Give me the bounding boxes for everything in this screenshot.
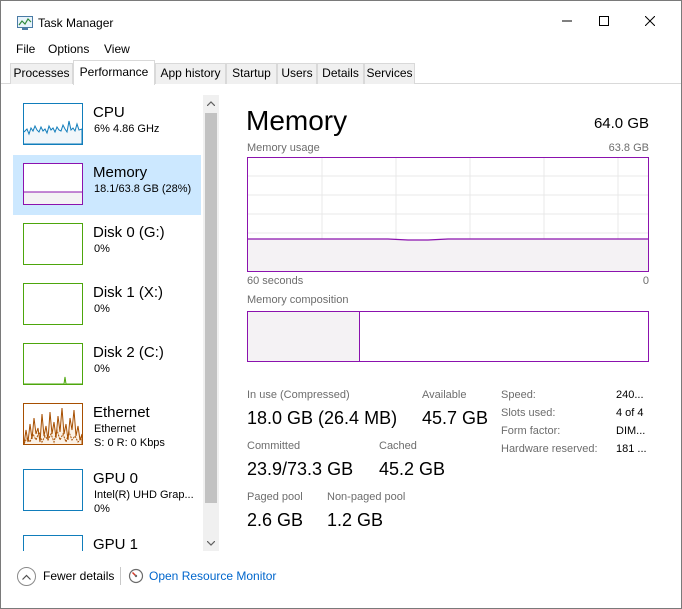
memory-composition-bar [247, 311, 649, 362]
close-button[interactable] [627, 1, 673, 41]
chevron-up-icon [207, 100, 215, 106]
graph-time-end: 0 [642, 275, 649, 287]
resource-monitor-icon [128, 568, 144, 584]
minimize-icon [562, 20, 572, 22]
non-paged-pool-label: Non-paged pool [327, 491, 406, 503]
available-label: Available [422, 389, 467, 401]
maximize-icon [599, 16, 609, 26]
sidebar-item-disk-2[interactable]: Disk 2 (C:) 0% [13, 335, 201, 395]
composition-in-use-segment [248, 312, 360, 361]
in-use-value: 18.0 GB (26.4 MB) [247, 408, 398, 428]
sidebar-item-gpu-1[interactable]: GPU 1 [13, 527, 201, 551]
scroll-up-button[interactable] [203, 95, 219, 111]
menu-file[interactable]: File [16, 42, 35, 56]
committed-label: Committed [247, 440, 301, 452]
tab-performance[interactable]: Performance [73, 60, 155, 85]
memory-graph-icon [23, 163, 83, 205]
disk-graph-icon [23, 283, 83, 325]
hardware-reserved-value: 181 ... [616, 443, 647, 455]
sidebar-item-throughput: S: 0 R: 0 Kbps [94, 437, 165, 449]
cached-value: 45.2 GB [379, 459, 446, 479]
slots-value: 4 of 4 [616, 407, 644, 419]
scroll-thumb[interactable] [205, 113, 217, 503]
in-use-label: In use (Compressed) [247, 389, 350, 401]
open-resource-monitor-link[interactable]: Open Resource Monitor [149, 569, 276, 583]
tab-services[interactable]: Services [364, 63, 415, 84]
tab-processes[interactable]: Processes [10, 63, 73, 84]
fewer-details-link[interactable]: Fewer details [43, 569, 114, 583]
disk-graph-icon [23, 223, 83, 265]
tab-startup[interactable]: Startup [226, 63, 277, 84]
memory-total: 64.0 GB [593, 115, 649, 132]
menu-options[interactable]: Options [48, 42, 89, 56]
footer-divider [120, 567, 121, 585]
tab-users[interactable]: Users [277, 63, 317, 84]
tab-details[interactable]: Details [317, 63, 364, 84]
available-value: 45.7 GB [422, 408, 489, 428]
menu-bar: File Options View [1, 41, 681, 61]
paged-pool-value: 2.6 GB [247, 510, 304, 530]
sidebar-item-gpu-0[interactable]: GPU 0 Intel(R) UHD Grap... 0% [13, 461, 201, 521]
sidebar-item-disk-0[interactable]: Disk 0 (G:) 0% [13, 215, 201, 275]
graph-time-start: 60 seconds [247, 275, 304, 287]
tab-app-history[interactable]: App history [155, 63, 226, 84]
gpu-graph-icon [23, 469, 83, 511]
sidebar-item-name: Ethernet [93, 404, 150, 421]
sidebar-item-disk-1[interactable]: Disk 1 (X:) 0% [13, 275, 201, 335]
chevron-up-icon [22, 574, 31, 580]
sidebar-scrollbar[interactable] [203, 95, 219, 551]
fewer-details-button[interactable] [17, 567, 36, 586]
sidebar-item-ethernet[interactable]: Ethernet Ethernet S: 0 R: 0 Kbps [13, 395, 201, 455]
speed-value: 240... [616, 389, 644, 401]
committed-value: 23.9/73.3 GB [247, 459, 354, 479]
hardware-reserved-label: Hardware reserved: [501, 443, 598, 455]
scroll-down-button[interactable] [203, 535, 219, 551]
cached-label: Cached [379, 440, 417, 452]
memory-composition-label: Memory composition [247, 294, 349, 306]
sidebar-item-detail: 0% [94, 243, 110, 255]
sidebar-item-memory[interactable]: Memory 18.1/63.8 GB (28%) [13, 155, 201, 215]
sidebar-item-usage: 0% [94, 503, 110, 515]
sidebar-item-name: Disk 0 (G:) [93, 224, 165, 241]
footer: Fewer details Open Resource Monitor [1, 557, 681, 597]
window-title: Task Manager [38, 16, 114, 30]
slots-label: Slots used: [501, 407, 556, 419]
form-factor-value: DIM... [616, 425, 646, 437]
ethernet-graph-icon [23, 403, 83, 445]
sidebar-item-name: Disk 2 (C:) [93, 344, 164, 361]
task-manager-window: Task Manager File Options View Processes… [0, 0, 682, 609]
memory-usage-graph [247, 157, 649, 272]
maximize-button[interactable] [581, 1, 627, 41]
sidebar-item-detail: 6% 4.86 GHz [94, 123, 160, 135]
paged-pool-label: Paged pool [247, 491, 303, 503]
sidebar-item-detail: Ethernet [94, 423, 136, 435]
sidebar-item-detail: 0% [94, 303, 110, 315]
task-manager-icon [17, 16, 33, 30]
speed-label: Speed: [501, 389, 536, 401]
page-title: Memory [246, 105, 348, 136]
sidebar-item-detail: 18.1/63.8 GB (28%) [94, 183, 192, 195]
tab-bar: Processes Performance App history Startu… [1, 60, 681, 85]
non-paged-pool-value: 1.2 GB [327, 510, 384, 530]
gpu-graph-icon [23, 535, 83, 551]
sidebar-item-name: GPU 1 [93, 536, 139, 551]
sidebar-item-detail: 0% [94, 363, 110, 375]
sidebar-item-name: Memory [93, 164, 148, 181]
disk-graph-icon [23, 343, 83, 385]
menu-view[interactable]: View [104, 42, 130, 56]
sidebar-item-name: CPU [93, 104, 125, 121]
performance-sidebar: CPU 6% 4.86 GHz Memory 18.1/63.8 GB (28%… [11, 95, 221, 551]
close-icon [645, 16, 655, 26]
form-factor-label: Form factor: [501, 425, 561, 437]
memory-usage-label: Memory usage [247, 142, 320, 154]
cpu-graph-icon [23, 103, 83, 145]
title-bar: Task Manager [1, 1, 681, 41]
sidebar-item-name: Disk 1 (X:) [93, 284, 164, 301]
sidebar-item-cpu[interactable]: CPU 6% 4.86 GHz [13, 95, 201, 155]
memory-usage-max: 63.8 GB [608, 142, 649, 154]
memory-detail-pane: Memory 64.0 GB Memory usage 63.8 GB 60 s… [221, 95, 676, 555]
sidebar-item-name: GPU 0 [93, 470, 139, 487]
chevron-down-icon [207, 540, 215, 546]
sidebar-item-detail: Intel(R) UHD Grap... [94, 489, 194, 501]
